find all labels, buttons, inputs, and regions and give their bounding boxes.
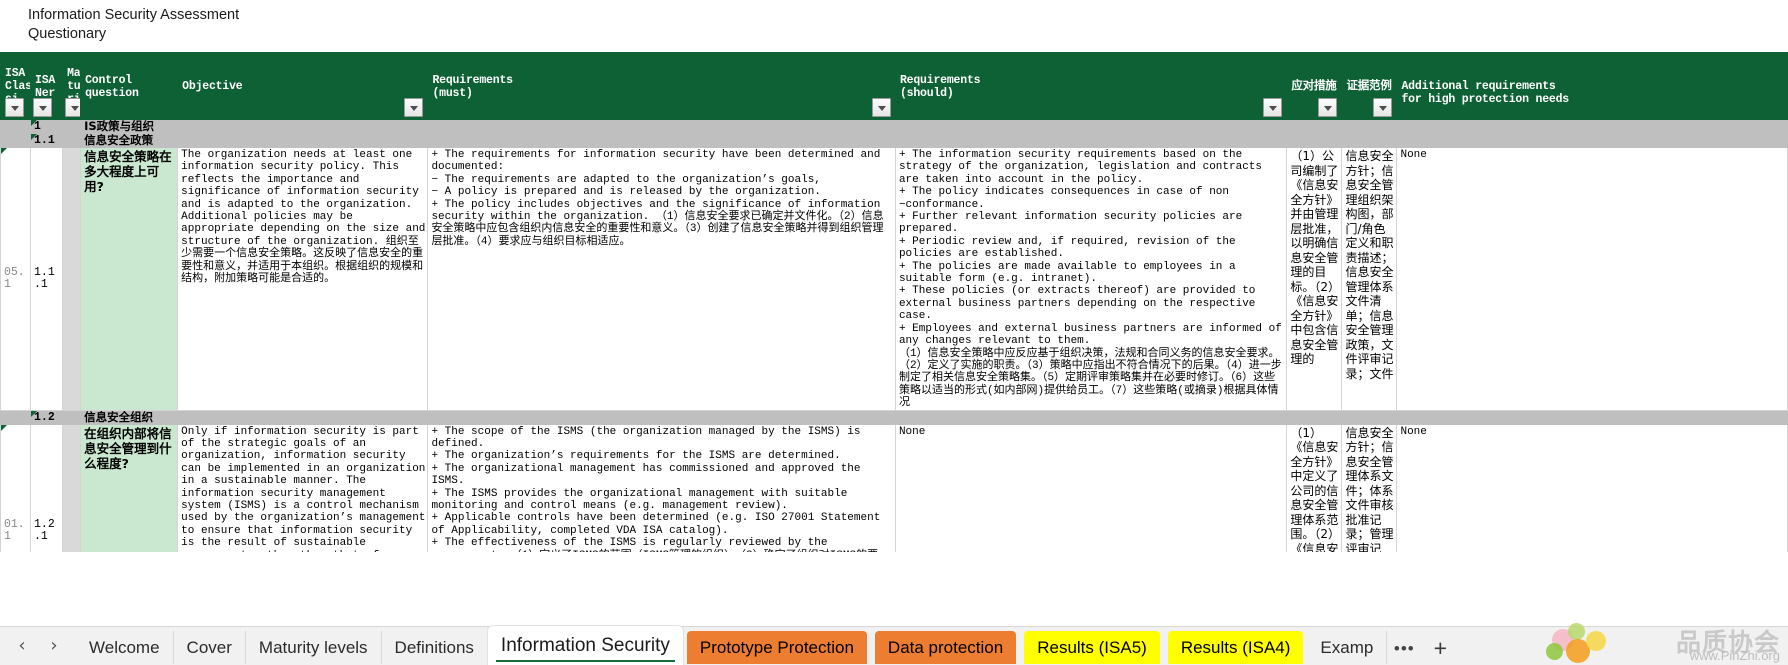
sheet-nav-arrows: ‹ › bbox=[0, 626, 76, 665]
col-header-requirements-must: Requirements (must) bbox=[427, 52, 896, 120]
section-spacer bbox=[0, 409, 32, 425]
section-row[interactable]: 1.1 信息安全政策 bbox=[0, 133, 1788, 148]
sheet-tab-example[interactable]: Examp bbox=[1307, 631, 1388, 664]
spreadsheet-grid[interactable]: ISA Clas si ISA Ner Ma tu ri Control que… bbox=[0, 52, 1788, 552]
sheet-tab-results-isa5[interactable]: Results (ISA5) bbox=[1024, 631, 1160, 664]
sheet-tab-maturity-levels[interactable]: Maturity levels bbox=[245, 631, 382, 664]
cell-additional-requirements[interactable]: None bbox=[1396, 147, 1788, 411]
cell-isa-nr[interactable]: 1.2.1 bbox=[30, 423, 64, 552]
section-number: 1 bbox=[30, 119, 64, 134]
nav-next-icon[interactable]: › bbox=[38, 631, 70, 661]
filter-dropdown-requirements-must[interactable] bbox=[871, 98, 891, 117]
section-label: 信息安全政策 bbox=[80, 133, 1788, 148]
sheet-tab-prototype-protection[interactable]: Prototype Protection bbox=[686, 631, 867, 664]
cell-isa-class[interactable]: 01.1 bbox=[0, 423, 32, 552]
col-header-isa-nr: ISA Ner bbox=[30, 52, 64, 120]
table-row[interactable]: 01.1 1.2.1 在组织内部将信息安全管理到什么程度? Only if in… bbox=[0, 423, 1788, 552]
cell-requirements-should[interactable]: + The information security requirements … bbox=[894, 147, 1288, 411]
cell-isa-class[interactable]: 05.1 bbox=[0, 147, 32, 411]
cell-evidence[interactable]: 信息安全方针；信息安全管理体系文件；体系文件审核批准记录；管理评审记录；管理评审… bbox=[1341, 423, 1398, 552]
page-title: Information Security Assessment Question… bbox=[28, 7, 240, 42]
filter-dropdown-isa-nr[interactable] bbox=[33, 98, 53, 117]
col-header-measures: 应对措施 bbox=[1286, 52, 1343, 120]
cell-control-question[interactable]: 在组织内部将信息安全管理到什么程度? bbox=[80, 423, 179, 552]
sheet-tab-information-security[interactable]: Information Security bbox=[487, 626, 683, 665]
excel-worksheet-window: Information Security Assessment Question… bbox=[0, 0, 1788, 665]
section-spacer bbox=[62, 133, 82, 148]
cell-requirements-must[interactable]: + The scope of the ISMS (the organizatio… bbox=[427, 423, 896, 552]
col-header-control-question-label: Control question bbox=[85, 73, 139, 100]
cell-requirements-must[interactable]: + The requirements for information secur… bbox=[427, 147, 896, 411]
cell-measures[interactable]: （1）公司编制了《信息安全方针》并由管理层批准，以明确信息安全管理的目标。（2）… bbox=[1286, 147, 1343, 411]
table-row[interactable]: 05.1 1.1.1 信息安全策略在多大程度上可用? The organizat… bbox=[0, 147, 1788, 411]
section-number: 1.2 bbox=[30, 409, 64, 425]
section-number: 1.1 bbox=[30, 133, 64, 148]
sheet-tab-strip: ‹ › Welcome Cover Maturity levels Defini… bbox=[0, 626, 1788, 665]
cell-evidence[interactable]: 信息安全方针；信息安全管理组织架构图，部门/角色定义和职责描述；信息安全管理体系… bbox=[1341, 147, 1398, 411]
sheet-tab-data-protection[interactable]: Data protection bbox=[874, 631, 1017, 664]
col-header-evidence: 证据范例 bbox=[1341, 52, 1398, 120]
cell-objective[interactable]: Only if information security is part of … bbox=[177, 423, 429, 552]
col-header-requirements-should-label: Requirements (should) bbox=[899, 73, 981, 100]
section-row[interactable]: 1.2 信息安全组织 bbox=[0, 409, 1788, 425]
data-table: ISA Clas si ISA Ner Ma tu ri Control que… bbox=[0, 52, 1788, 552]
col-header-objective-label: Objective bbox=[182, 80, 243, 93]
sheet-tab-definitions[interactable]: Definitions bbox=[381, 631, 488, 664]
filter-dropdown-measures[interactable] bbox=[1318, 98, 1338, 117]
col-header-objective: Objective bbox=[177, 52, 429, 120]
section-row[interactable]: 1 IS政策与组织 bbox=[0, 119, 1788, 134]
cell-isa-nr[interactable]: 1.1.1 bbox=[30, 147, 64, 411]
cell-maturity[interactable] bbox=[62, 423, 82, 552]
nav-prev-icon[interactable]: ‹ bbox=[6, 631, 38, 661]
col-header-additional-requirements: Additional requirements for high protect… bbox=[1396, 52, 1788, 120]
filter-dropdown-requirements-should[interactable] bbox=[1263, 98, 1283, 117]
cell-additional-requirements[interactable]: None bbox=[1396, 423, 1788, 552]
section-label: IS政策与组织 bbox=[80, 119, 1788, 134]
filter-dropdown-isa-class[interactable] bbox=[5, 98, 24, 117]
sheet-tab-welcome[interactable]: Welcome bbox=[76, 631, 174, 664]
section-spacer bbox=[0, 119, 32, 134]
section-label: 信息安全组织 bbox=[80, 409, 1788, 425]
sheet-tabs: Welcome Cover Maturity levels Definition… bbox=[76, 626, 1459, 665]
cell-requirements-should[interactable]: None bbox=[894, 423, 1288, 552]
section-spacer bbox=[62, 119, 82, 134]
col-header-requirements-must-label: Requirements (must) bbox=[432, 73, 513, 100]
sheet-tab-overflow-icon[interactable]: ••• bbox=[1387, 632, 1421, 665]
col-header-isa-nr-label: ISA Ner bbox=[35, 73, 56, 100]
filter-dropdown-objective[interactable] bbox=[404, 98, 424, 117]
filter-dropdown-maturity[interactable] bbox=[65, 98, 80, 117]
section-spacer bbox=[62, 409, 82, 425]
col-header-maturity: Ma tu ri bbox=[62, 52, 82, 120]
col-header-measures-label: 应对措施 bbox=[1291, 80, 1337, 93]
filter-dropdown-evidence[interactable] bbox=[1373, 98, 1393, 117]
col-header-control-question: Control question bbox=[80, 52, 179, 120]
col-header-additional-requirements-label: Additional requirements for high protect… bbox=[1401, 80, 1570, 106]
sheet-tab-bar: ‹ › Welcome Cover Maturity levels Defini… bbox=[0, 553, 1788, 665]
col-header-evidence-label: 证据范例 bbox=[1346, 80, 1392, 93]
cell-measures[interactable]: （1）《信息安全方针》中定义了公司的信息安全管理体系范围。（2）《信息安全方针》… bbox=[1286, 423, 1343, 552]
sheet-tab-cover[interactable]: Cover bbox=[173, 631, 246, 664]
cell-control-question[interactable]: 信息安全策略在多大程度上可用? bbox=[80, 147, 179, 411]
section-spacer bbox=[0, 133, 32, 148]
cell-maturity[interactable] bbox=[62, 147, 82, 411]
cell-objective[interactable]: The organization needs at least one info… bbox=[177, 147, 429, 411]
sheet-tab-results-isa4[interactable]: Results (ISA4) bbox=[1167, 631, 1304, 664]
col-header-isa-class: ISA Clas si bbox=[0, 52, 32, 120]
table-header-row: ISA Clas si ISA Ner Ma tu ri Control que… bbox=[0, 52, 1788, 120]
add-sheet-button[interactable]: + bbox=[1421, 632, 1459, 665]
col-header-requirements-should: Requirements (should) bbox=[894, 52, 1288, 120]
